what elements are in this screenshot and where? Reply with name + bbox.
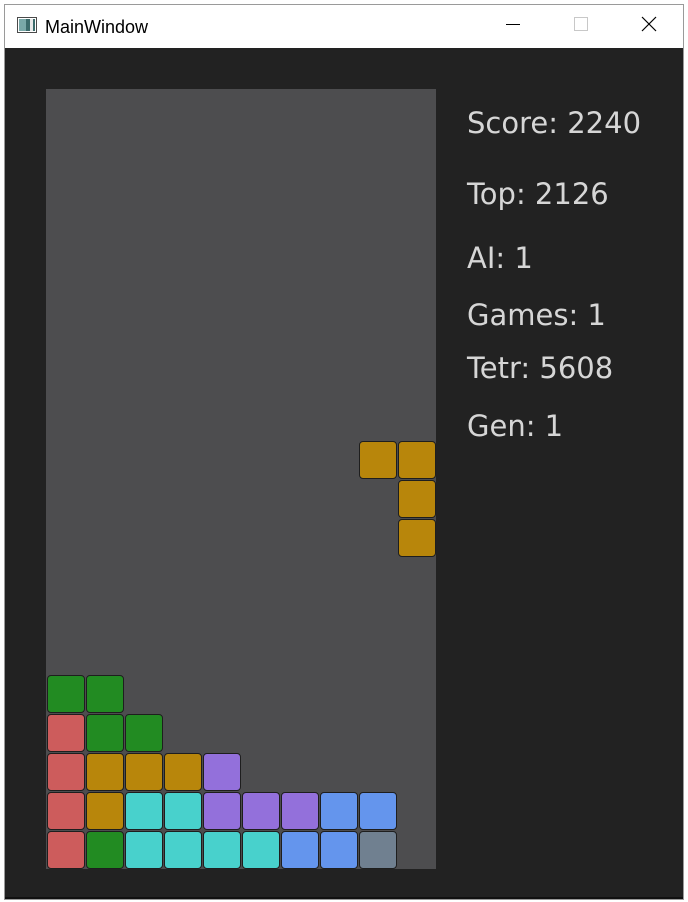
block-cell bbox=[359, 831, 397, 869]
top-score-label: Top: 2126 bbox=[467, 177, 609, 211]
block-cell bbox=[320, 792, 358, 830]
main-window: MainWindow Score: 2240 Top: 2126 AI: 1 G… bbox=[4, 4, 684, 900]
block-cell bbox=[203, 792, 241, 830]
block-cell bbox=[164, 831, 202, 869]
block-cell bbox=[320, 831, 358, 869]
block-cell bbox=[398, 519, 436, 557]
block-cell bbox=[359, 792, 397, 830]
tetris-count-label: Tetr: 5608 bbox=[467, 351, 614, 385]
generation-label: Gen: 1 bbox=[467, 409, 564, 443]
minimize-button[interactable] bbox=[479, 5, 547, 48]
block-cell bbox=[47, 714, 85, 752]
block-cell bbox=[281, 831, 319, 869]
block-cell bbox=[125, 714, 163, 752]
ai-label: AI: 1 bbox=[467, 241, 533, 275]
block-cell bbox=[203, 753, 241, 791]
block-cell bbox=[398, 441, 436, 479]
block-cell bbox=[86, 675, 124, 713]
maximize-icon bbox=[574, 17, 588, 36]
block-cell bbox=[164, 792, 202, 830]
minimize-icon bbox=[506, 17, 520, 36]
games-label: Games: 1 bbox=[467, 298, 606, 332]
block-cell bbox=[86, 792, 124, 830]
block-cell bbox=[47, 792, 85, 830]
close-icon bbox=[641, 16, 657, 37]
block-cell bbox=[86, 753, 124, 791]
block-cell bbox=[47, 831, 85, 869]
maximize-button[interactable] bbox=[547, 5, 615, 48]
block-cell bbox=[47, 753, 85, 791]
tetris-board bbox=[46, 89, 436, 869]
block-cell bbox=[203, 831, 241, 869]
block-cell bbox=[281, 792, 319, 830]
block-cell bbox=[398, 480, 436, 518]
window-bottom-edge bbox=[5, 897, 683, 899]
block-cell bbox=[86, 831, 124, 869]
block-cell bbox=[125, 831, 163, 869]
app-window-icon bbox=[17, 17, 37, 33]
block-cell bbox=[125, 792, 163, 830]
block-cell bbox=[125, 753, 163, 791]
score-label: Score: 2240 bbox=[467, 106, 642, 140]
block-cell bbox=[242, 792, 280, 830]
title-bar[interactable]: MainWindow bbox=[5, 5, 683, 48]
close-button[interactable] bbox=[615, 5, 683, 48]
block-cell bbox=[164, 753, 202, 791]
block-cell bbox=[47, 675, 85, 713]
block-cell bbox=[359, 441, 397, 479]
block-cell bbox=[242, 831, 280, 869]
window-title: MainWindow bbox=[45, 17, 149, 37]
block-cell bbox=[86, 714, 124, 752]
